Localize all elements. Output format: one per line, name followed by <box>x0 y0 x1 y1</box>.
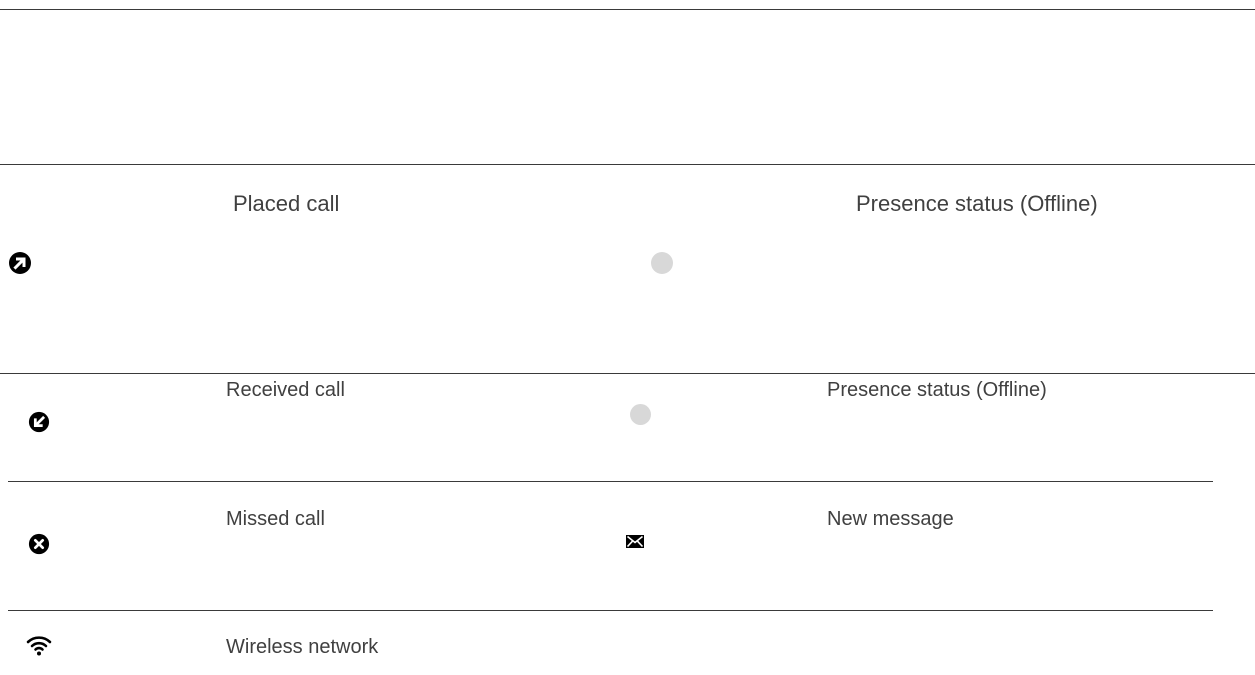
wireless-network-label: Wireless network <box>226 636 379 658</box>
row-divider <box>8 610 1213 611</box>
placed-call-label: Placed call <box>233 191 340 216</box>
row-divider <box>8 481 1213 482</box>
table-header-rule <box>0 164 1255 165</box>
presence-offline-icon <box>651 252 673 274</box>
new-message-icon <box>626 535 644 548</box>
new-message-label: New message <box>827 508 954 530</box>
missed-call-label: Missed call <box>226 508 325 530</box>
presence-offline-label: Presence status (Offline) <box>827 379 1047 401</box>
row-divider <box>0 373 1255 374</box>
placed-call-icon <box>9 252 31 274</box>
presence-offline-icon <box>630 404 651 425</box>
wireless-network-icon <box>26 636 52 656</box>
received-call-icon <box>28 411 50 433</box>
received-call-label: Received call <box>226 379 345 401</box>
presence-offline-label: Presence status (Offline) <box>856 191 1098 216</box>
missed-call-icon <box>28 533 50 555</box>
table-top-rule <box>0 9 1255 10</box>
